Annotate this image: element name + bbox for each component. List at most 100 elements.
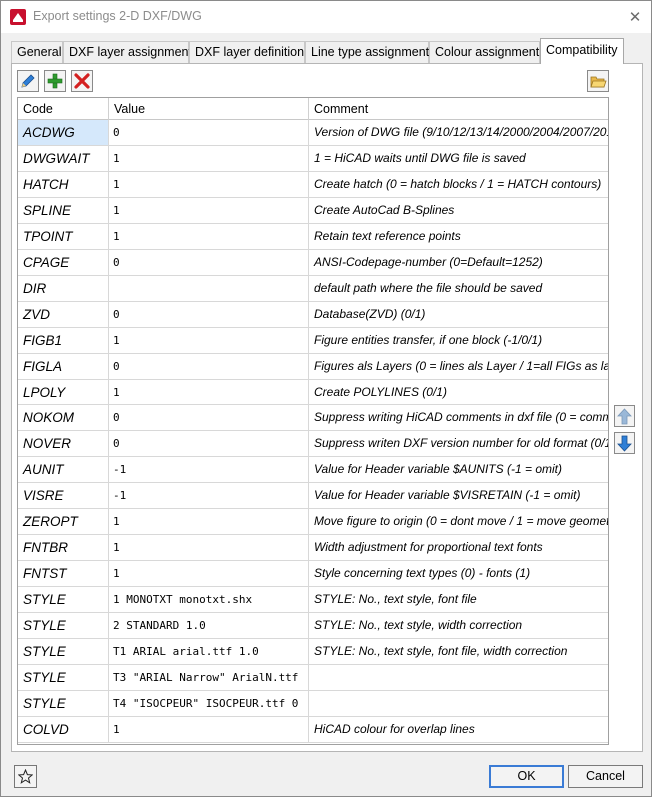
cell-value[interactable]: 1 bbox=[109, 327, 309, 353]
cell-comment[interactable]: Create hatch (0 = hatch blocks / 1 = HAT… bbox=[309, 172, 608, 197]
column-header-comment[interactable]: Comment bbox=[309, 98, 608, 120]
cell-comment[interactable] bbox=[309, 665, 608, 690]
cell-code[interactable]: ZVD bbox=[18, 301, 109, 327]
cell-comment[interactable]: STYLE: No., text style, width correction bbox=[309, 613, 608, 638]
table-row[interactable]: STYLE T3 "ARIAL Narrow" ArialN.ttf bbox=[18, 665, 608, 691]
cell-value[interactable]: 2 STANDARD 1.0 bbox=[109, 613, 309, 639]
cell-value[interactable]: 1 bbox=[109, 223, 309, 249]
table-row[interactable]: FNTST 1 Style concerning text types (0) - … bbox=[18, 561, 608, 588]
table-row[interactable]: DIR default path where the file should be… bbox=[18, 275, 608, 302]
table-row[interactable]: AUNIT -1 Value for Header variable $AUNITS… bbox=[18, 457, 608, 484]
table-row[interactable]: CPAGE 0 ANSI-Codepage-number (0=Default=12… bbox=[18, 249, 608, 276]
cell-code[interactable]: AUNIT bbox=[18, 457, 109, 483]
cell-comment[interactable]: Suppress writen DXF version number for o… bbox=[309, 431, 608, 456]
cell-comment[interactable]: Create POLYLINES (0/1) bbox=[309, 380, 608, 405]
table-row[interactable]: STYLE 2 STANDARD 1.0 STYLE: No., text styl… bbox=[18, 613, 608, 640]
move-down-button[interactable] bbox=[614, 432, 635, 454]
table-row[interactable]: STYLE T4 "ISOCPEUR" ISOCPEUR.ttf 0 bbox=[18, 690, 608, 717]
cell-value[interactable]: 0 bbox=[109, 120, 309, 145]
table-row[interactable]: DWGWAIT 1 1 = HiCAD waits until DWG file i… bbox=[18, 145, 608, 172]
cell-value[interactable]: 1 bbox=[109, 197, 309, 223]
cell-code[interactable]: STYLE bbox=[18, 639, 109, 665]
cell-comment[interactable]: Create AutoCad B-Splines bbox=[309, 198, 608, 223]
cell-code[interactable]: NOKOM bbox=[18, 405, 109, 431]
cell-comment[interactable]: Style concerning text types (0) - fonts … bbox=[309, 561, 608, 586]
cell-code[interactable]: SPLINE bbox=[18, 197, 109, 223]
favorites-button[interactable] bbox=[14, 765, 37, 788]
table-row[interactable]: COLVD 1 HiCAD colour for overlap lines bbox=[18, 716, 608, 743]
cell-code[interactable]: ACDWG bbox=[18, 120, 109, 145]
cell-comment[interactable]: default path where the file should be sa… bbox=[309, 276, 608, 301]
table-row[interactable]: ZEROPT 1 Move figure to origin (0 = dont m… bbox=[18, 509, 608, 536]
cell-comment[interactable]: Value for Header variable $AUNITS (-1 = … bbox=[309, 457, 608, 482]
cell-comment[interactable]: 1 = HiCAD waits until DWG file is saved bbox=[309, 146, 608, 171]
add-row-button[interactable] bbox=[44, 70, 66, 92]
cell-value[interactable]: -1 bbox=[109, 457, 309, 483]
cell-value[interactable]: T3 "ARIAL Narrow" ArialN.ttf bbox=[109, 665, 309, 690]
cell-code[interactable]: DIR bbox=[18, 275, 109, 301]
cell-comment[interactable]: Width adjustment for proportional text f… bbox=[309, 535, 608, 560]
cell-code[interactable]: COLVD bbox=[18, 716, 109, 742]
cell-value[interactable]: T1 ARIAL arial.ttf 1.0 bbox=[109, 639, 309, 665]
cancel-button[interactable]: Cancel bbox=[568, 765, 643, 788]
table-row[interactable]: STYLE 1 MONOTXT monotxt.shx STYLE: No., te… bbox=[18, 587, 608, 614]
table-row[interactable]: LPOLY 1 Create POLYLINES (0/1) bbox=[18, 379, 608, 406]
table-row[interactable]: NOKOM 0 Suppress writing HiCAD comments in… bbox=[18, 405, 608, 432]
table-row[interactable]: HATCH 1 Create hatch (0 = hatch blocks / 1… bbox=[18, 171, 608, 198]
cell-comment[interactable]: Retain text reference points bbox=[309, 224, 608, 249]
cell-value[interactable]: 0 bbox=[109, 431, 309, 457]
tab-line-type-assignment[interactable]: Line type assignment bbox=[305, 41, 429, 63]
cell-code[interactable]: STYLE bbox=[18, 690, 109, 716]
cell-code[interactable]: FIGB1 bbox=[18, 327, 109, 353]
cell-value[interactable]: -1 bbox=[109, 483, 309, 509]
cell-code[interactable]: FNTST bbox=[18, 561, 109, 587]
cell-code[interactable]: HATCH bbox=[18, 171, 109, 197]
tab-general[interactable]: General bbox=[11, 41, 63, 63]
cell-code[interactable]: FNTBR bbox=[18, 535, 109, 561]
close-icon[interactable]: ✕ bbox=[623, 7, 647, 27]
cell-comment[interactable]: Move figure to origin (0 = dont move / 1… bbox=[309, 509, 608, 534]
column-header-code[interactable]: Code bbox=[18, 98, 109, 120]
cell-code[interactable]: STYLE bbox=[18, 587, 109, 613]
cell-value[interactable]: 1 bbox=[109, 171, 309, 197]
delete-row-button[interactable] bbox=[71, 70, 93, 92]
cell-value[interactable]: 0 bbox=[109, 405, 309, 431]
table-row[interactable]: FNTBR 1 Width adjustment for proportional … bbox=[18, 535, 608, 562]
cell-comment[interactable] bbox=[309, 691, 608, 716]
table-row[interactable]: FIGB1 1 Figure entities transfer, if one b… bbox=[18, 327, 608, 354]
cell-comment[interactable]: Database(ZVD) (0/1) bbox=[309, 302, 608, 327]
cell-code[interactable]: TPOINT bbox=[18, 223, 109, 249]
cell-value[interactable]: 1 bbox=[109, 379, 309, 405]
cell-code[interactable]: FIGLA bbox=[18, 353, 109, 379]
cell-value[interactable]: 1 bbox=[109, 535, 309, 561]
cell-value[interactable]: 1 bbox=[109, 561, 309, 587]
cell-value[interactable]: 0 bbox=[109, 353, 309, 379]
table-row[interactable]: STYLE T1 ARIAL arial.ttf 1.0 STYLE: No., t… bbox=[18, 639, 608, 666]
cell-value[interactable]: 1 bbox=[109, 716, 309, 742]
cell-code[interactable]: DWGWAIT bbox=[18, 145, 109, 171]
cell-code[interactable]: STYLE bbox=[18, 613, 109, 639]
cell-code[interactable]: VISRE bbox=[18, 483, 109, 509]
cell-value[interactable]: 1 bbox=[109, 145, 309, 171]
cell-comment[interactable]: HiCAD colour for overlap lines bbox=[309, 717, 608, 742]
cell-value[interactable]: 1 bbox=[109, 509, 309, 535]
cell-comment[interactable]: Figure entities transfer, if one block (… bbox=[309, 328, 608, 353]
ok-button[interactable]: OK bbox=[489, 765, 564, 788]
cell-code[interactable]: NOVER bbox=[18, 431, 109, 457]
cell-comment[interactable]: STYLE: No., text style, font file bbox=[309, 587, 608, 612]
cell-comment[interactable]: Suppress writing HiCAD comments in dxf f… bbox=[309, 405, 608, 430]
move-up-button[interactable] bbox=[614, 405, 635, 427]
tab-compatibility[interactable]: Compatibility bbox=[540, 38, 624, 64]
tab-colour-assignment[interactable]: Colour assignment bbox=[429, 41, 540, 63]
cell-value[interactable] bbox=[109, 275, 309, 301]
tab-dxf-layer-assignment[interactable]: DXF layer assignment bbox=[63, 41, 192, 63]
column-header-value[interactable]: Value bbox=[109, 98, 309, 120]
edit-button[interactable] bbox=[17, 70, 39, 92]
open-folder-button[interactable] bbox=[587, 70, 609, 92]
cell-comment[interactable]: ANSI-Codepage-number (0=Default=1252) bbox=[309, 250, 608, 275]
cell-value[interactable]: 0 bbox=[109, 249, 309, 275]
table-row[interactable]: TPOINT 1 Retain text reference points bbox=[18, 223, 608, 250]
cell-comment[interactable]: Version of DWG file (9/10/12/13/14/2000/… bbox=[309, 120, 608, 145]
cell-comment[interactable]: Value for Header variable $VISRETAIN (-1… bbox=[309, 483, 608, 508]
table-row[interactable]: ZVD 0 Database(ZVD) (0/1) bbox=[18, 301, 608, 328]
